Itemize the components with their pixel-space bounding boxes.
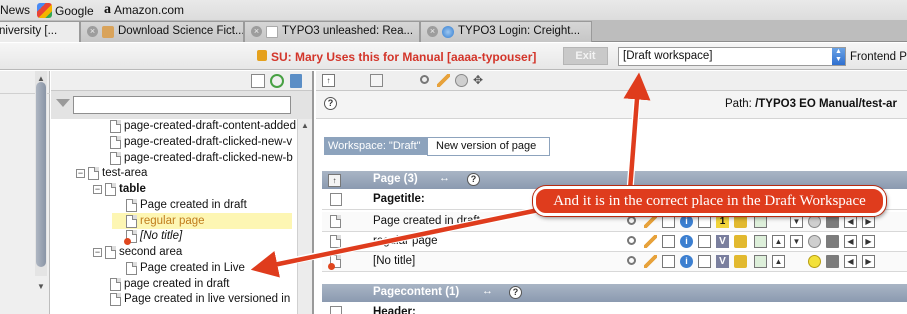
annotation-callout: And it is in the correct place in the Dr… xyxy=(533,186,886,216)
arrow-to-tree-item-line xyxy=(250,205,549,278)
annotation-arrows xyxy=(250,72,651,278)
